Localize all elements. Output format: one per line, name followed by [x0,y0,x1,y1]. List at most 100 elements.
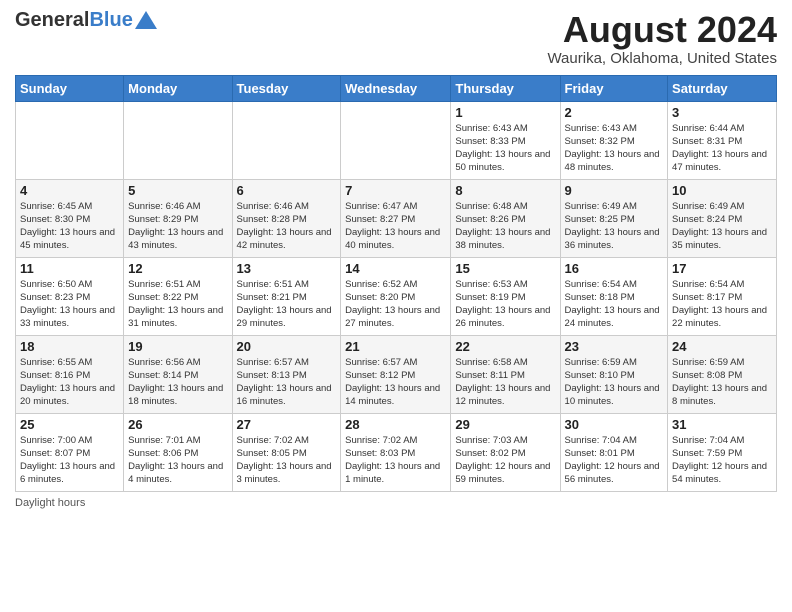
day-number: 4 [20,183,119,198]
day-number: 29 [455,417,555,432]
day-number: 28 [345,417,446,432]
calendar-week-3: 18 Sunrise: 6:55 AM Sunset: 8:16 PM Dayli… [16,335,777,413]
calendar-cell-3-4: 22 Sunrise: 6:58 AM Sunset: 8:11 PM Dayli… [451,335,560,413]
subtitle: Waurika, Oklahoma, United States [547,50,777,67]
day-info: Sunrise: 6:50 AM Sunset: 8:23 PM Dayligh… [20,278,119,331]
day-number: 7 [345,183,446,198]
day-info: Sunrise: 6:58 AM Sunset: 8:11 PM Dayligh… [455,356,555,409]
calendar-cell-0-3 [341,101,451,179]
calendar-cell-2-2: 13 Sunrise: 6:51 AM Sunset: 8:21 PM Dayli… [232,257,341,335]
day-info: Sunrise: 6:53 AM Sunset: 8:19 PM Dayligh… [455,278,555,331]
day-number: 1 [455,105,555,120]
calendar-cell-3-1: 19 Sunrise: 6:56 AM Sunset: 8:14 PM Dayli… [124,335,232,413]
day-number: 10 [672,183,772,198]
logo: GeneralBlue [15,10,157,30]
calendar-cell-1-3: 7Sunrise: 6:47 AM Sunset: 8:27 PM Daylig… [341,179,451,257]
day-info: Sunrise: 6:51 AM Sunset: 8:21 PM Dayligh… [237,278,337,331]
day-info: Sunrise: 7:01 AM Sunset: 8:06 PM Dayligh… [128,434,227,487]
calendar-cell-1-5: 9Sunrise: 6:49 AM Sunset: 8:25 PM Daylig… [560,179,668,257]
calendar-cell-0-2 [232,101,341,179]
main-title: August 2024 [547,10,777,50]
logo-icon [135,11,157,29]
day-info: Sunrise: 6:54 AM Sunset: 8:17 PM Dayligh… [672,278,772,331]
day-info: Sunrise: 7:04 AM Sunset: 7:59 PM Dayligh… [672,434,772,487]
day-number: 17 [672,261,772,276]
calendar-cell-0-0 [16,101,124,179]
day-number: 12 [128,261,227,276]
day-info: Sunrise: 6:59 AM Sunset: 8:08 PM Dayligh… [672,356,772,409]
calendar-cell-4-2: 27Sunrise: 7:02 AM Sunset: 8:05 PM Dayli… [232,413,341,491]
day-info: Sunrise: 6:43 AM Sunset: 8:32 PM Dayligh… [565,122,664,175]
calendar-cell-3-2: 20Sunrise: 6:57 AM Sunset: 8:13 PM Dayli… [232,335,341,413]
day-info: Sunrise: 6:45 AM Sunset: 8:30 PM Dayligh… [20,200,119,253]
day-number: 22 [455,339,555,354]
day-info: Sunrise: 6:49 AM Sunset: 8:24 PM Dayligh… [672,200,772,253]
day-number: 21 [345,339,446,354]
calendar-cell-4-1: 26 Sunrise: 7:01 AM Sunset: 8:06 PM Dayli… [124,413,232,491]
calendar-header-monday: Monday [124,75,232,101]
calendar-header-saturday: Saturday [668,75,777,101]
day-info: Sunrise: 7:00 AM Sunset: 8:07 PM Dayligh… [20,434,119,487]
day-number: 18 [20,339,119,354]
calendar-cell-4-4: 29 Sunrise: 7:03 AM Sunset: 8:02 PM Dayli… [451,413,560,491]
logo-general: General [15,9,89,31]
day-number: 3 [672,105,772,120]
day-number: 5 [128,183,227,198]
calendar-cell-3-6: 24 Sunrise: 6:59 AM Sunset: 8:08 PM Dayli… [668,335,777,413]
calendar-header-sunday: Sunday [16,75,124,101]
day-info: Sunrise: 6:46 AM Sunset: 8:29 PM Dayligh… [128,200,227,253]
day-number: 19 [128,339,227,354]
calendar-cell-3-0: 18 Sunrise: 6:55 AM Sunset: 8:16 PM Dayli… [16,335,124,413]
calendar-cell-1-4: 8Sunrise: 6:48 AM Sunset: 8:26 PM Daylig… [451,179,560,257]
calendar-cell-1-6: 10 Sunrise: 6:49 AM Sunset: 8:24 PM Dayli… [668,179,777,257]
calendar-cell-2-1: 12 Sunrise: 6:51 AM Sunset: 8:22 PM Dayli… [124,257,232,335]
calendar-cell-3-5: 23 Sunrise: 6:59 AM Sunset: 8:10 PM Dayli… [560,335,668,413]
day-info: Sunrise: 6:43 AM Sunset: 8:33 PM Dayligh… [455,122,555,175]
calendar-cell-3-3: 21 Sunrise: 6:57 AM Sunset: 8:12 PM Dayli… [341,335,451,413]
day-info: Sunrise: 6:55 AM Sunset: 8:16 PM Dayligh… [20,356,119,409]
day-number: 15 [455,261,555,276]
header: GeneralBlue August 2024 Waurika, Oklahom… [15,10,777,67]
day-number: 27 [237,417,337,432]
day-info: Sunrise: 6:44 AM Sunset: 8:31 PM Dayligh… [672,122,772,175]
day-number: 8 [455,183,555,198]
calendar-cell-0-6: 3 Sunrise: 6:44 AM Sunset: 8:31 PM Daylig… [668,101,777,179]
day-info: Sunrise: 6:59 AM Sunset: 8:10 PM Dayligh… [565,356,664,409]
day-number: 24 [672,339,772,354]
day-number: 13 [237,261,337,276]
day-number: 2 [565,105,664,120]
day-number: 26 [128,417,227,432]
calendar-cell-0-1 [124,101,232,179]
day-number: 14 [345,261,446,276]
calendar-cell-1-0: 4 Sunrise: 6:45 AM Sunset: 8:30 PM Daylig… [16,179,124,257]
day-info: Sunrise: 6:52 AM Sunset: 8:20 PM Dayligh… [345,278,446,331]
day-info: Sunrise: 6:56 AM Sunset: 8:14 PM Dayligh… [128,356,227,409]
calendar-header-thursday: Thursday [451,75,560,101]
page: GeneralBlue August 2024 Waurika, Oklahom… [0,0,792,612]
calendar-cell-0-5: 2 Sunrise: 6:43 AM Sunset: 8:32 PM Daylig… [560,101,668,179]
day-info: Sunrise: 6:46 AM Sunset: 8:28 PM Dayligh… [237,200,337,253]
calendar-cell-2-5: 16Sunrise: 6:54 AM Sunset: 8:18 PM Dayli… [560,257,668,335]
day-number: 23 [565,339,664,354]
day-info: Sunrise: 6:49 AM Sunset: 8:25 PM Dayligh… [565,200,664,253]
calendar-cell-4-6: 31 Sunrise: 7:04 AM Sunset: 7:59 PM Dayli… [668,413,777,491]
calendar-cell-2-3: 14 Sunrise: 6:52 AM Sunset: 8:20 PM Dayli… [341,257,451,335]
day-number: 20 [237,339,337,354]
calendar-header-tuesday: Tuesday [232,75,341,101]
day-number: 25 [20,417,119,432]
day-info: Sunrise: 7:04 AM Sunset: 8:01 PM Dayligh… [565,434,664,487]
day-info: Sunrise: 6:51 AM Sunset: 8:22 PM Dayligh… [128,278,227,331]
day-number: 31 [672,417,772,432]
day-info: Sunrise: 6:57 AM Sunset: 8:12 PM Dayligh… [345,356,446,409]
calendar-week-1: 4 Sunrise: 6:45 AM Sunset: 8:30 PM Daylig… [16,179,777,257]
calendar-cell-1-2: 6 Sunrise: 6:46 AM Sunset: 8:28 PM Daylig… [232,179,341,257]
calendar-cell-4-5: 30Sunrise: 7:04 AM Sunset: 8:01 PM Dayli… [560,413,668,491]
calendar-header-row: SundayMondayTuesdayWednesdayThursdayFrid… [16,75,777,101]
day-number: 6 [237,183,337,198]
calendar-week-4: 25 Sunrise: 7:00 AM Sunset: 8:07 PM Dayli… [16,413,777,491]
day-info: Sunrise: 7:03 AM Sunset: 8:02 PM Dayligh… [455,434,555,487]
calendar-cell-4-0: 25 Sunrise: 7:00 AM Sunset: 8:07 PM Dayli… [16,413,124,491]
day-number: 16 [565,261,664,276]
calendar-cell-4-3: 28Sunrise: 7:02 AM Sunset: 8:03 PM Dayli… [341,413,451,491]
calendar-cell-2-0: 11Sunrise: 6:50 AM Sunset: 8:23 PM Dayli… [16,257,124,335]
